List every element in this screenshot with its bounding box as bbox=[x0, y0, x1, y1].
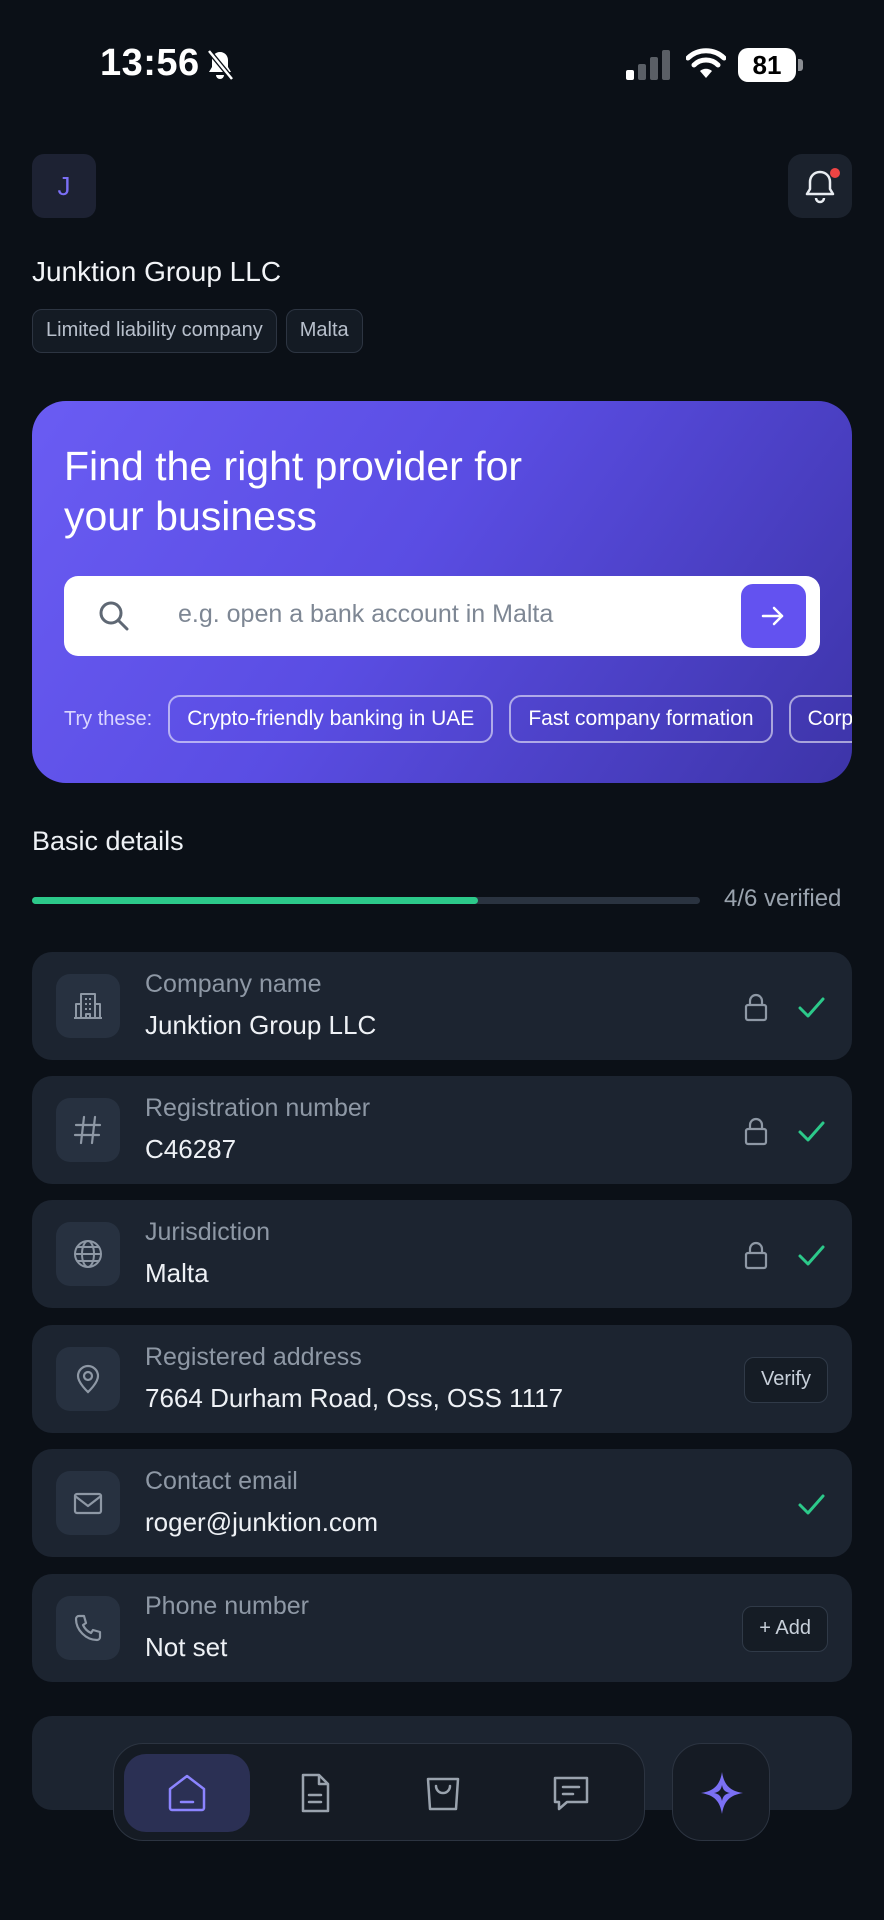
map-pin-icon bbox=[76, 1364, 100, 1394]
add-phone-button[interactable]: + Add bbox=[742, 1606, 828, 1652]
search-bar[interactable]: e.g. open a bank account in Malta bbox=[64, 576, 820, 656]
verification-progress-bar bbox=[32, 897, 700, 904]
detail-label: Registration number bbox=[145, 1094, 371, 1122]
detail-value: Not set bbox=[145, 1632, 228, 1662]
hash-icon bbox=[73, 1115, 102, 1145]
bell-muted-icon bbox=[207, 49, 234, 81]
arrow-right-icon bbox=[761, 606, 784, 626]
chat-icon bbox=[553, 1776, 589, 1811]
phone-icon bbox=[74, 1614, 102, 1642]
home-icon bbox=[168, 1774, 206, 1812]
search-input[interactable]: e.g. open a bank account in Malta bbox=[178, 600, 553, 629]
detail-label: Contact email bbox=[145, 1467, 298, 1495]
notifications-button[interactable] bbox=[788, 154, 852, 218]
detail-label: Company name bbox=[145, 970, 322, 998]
search-icon bbox=[99, 601, 129, 631]
detail-card-company-name[interactable]: Company name Junktion Group LLC bbox=[32, 952, 852, 1060]
lock-icon bbox=[744, 993, 768, 1022]
suggestions-row: Try these: Crypto-friendly banking in UA… bbox=[64, 695, 852, 743]
detail-card-contact-email[interactable]: Contact email roger@junktion.com bbox=[32, 1449, 852, 1557]
verification-count: 4/6 verified bbox=[724, 885, 842, 912]
detail-label: Jurisdiction bbox=[145, 1218, 271, 1246]
section-title: Basic details bbox=[32, 826, 184, 856]
verify-button[interactable]: Verify bbox=[743, 1357, 828, 1403]
icon-box bbox=[56, 1347, 120, 1411]
check-icon bbox=[798, 997, 825, 1018]
detail-value: 7664 Durham Road, Oss, OSS 1117 bbox=[145, 1383, 564, 1413]
ai-assistant-button[interactable] bbox=[672, 1743, 770, 1841]
battery-icon: 81 bbox=[738, 48, 804, 82]
document-icon bbox=[301, 1773, 330, 1813]
company-title: Junktion Group LLC bbox=[32, 256, 282, 287]
bottom-nav bbox=[113, 1743, 645, 1841]
shopping-bag-icon bbox=[426, 1777, 460, 1811]
progress-fill bbox=[32, 897, 478, 904]
mail-icon bbox=[73, 1492, 103, 1515]
globe-icon bbox=[74, 1240, 102, 1268]
status-time: 13:56 bbox=[100, 42, 200, 84]
sparkle-icon bbox=[701, 1772, 743, 1814]
icon-box bbox=[56, 1098, 120, 1162]
company-tags: Limited liability company Malta bbox=[32, 309, 363, 353]
detail-value: roger@junktion.com bbox=[145, 1507, 379, 1537]
detail-card-registered-address[interactable]: Registered address 7664 Durham Road, Oss… bbox=[32, 1325, 852, 1433]
suggestion-chip[interactable]: Corp bbox=[788, 695, 852, 743]
avatar[interactable]: J bbox=[32, 154, 96, 218]
check-icon bbox=[798, 1245, 825, 1266]
detail-label: Registered address bbox=[145, 1343, 362, 1371]
detail-value: C46287 bbox=[145, 1134, 237, 1164]
notification-dot bbox=[830, 168, 840, 178]
battery-level: 81 bbox=[738, 48, 796, 82]
building-icon bbox=[74, 993, 102, 1019]
hero-title: Find the right provider for your busines… bbox=[64, 443, 523, 539]
tag-entity-type: Limited liability company bbox=[32, 309, 277, 353]
icon-box bbox=[56, 1222, 120, 1286]
signal-icon bbox=[626, 50, 670, 80]
status-bar: 13:56 81 bbox=[0, 0, 884, 130]
nav-marketplace[interactable] bbox=[380, 1754, 506, 1832]
nav-documents[interactable] bbox=[252, 1754, 378, 1832]
tag-country: Malta bbox=[285, 309, 363, 353]
detail-value: Junktion Group LLC bbox=[145, 1010, 377, 1040]
detail-label: Phone number bbox=[145, 1592, 310, 1620]
check-icon bbox=[798, 1494, 825, 1515]
detail-card-phone-number[interactable]: Phone number Not set + Add bbox=[32, 1574, 852, 1682]
suggestion-chip[interactable]: Fast company formation bbox=[509, 695, 773, 743]
search-submit-button[interactable] bbox=[741, 584, 806, 648]
icon-box bbox=[56, 1596, 120, 1660]
icon-box bbox=[56, 974, 120, 1038]
detail-value: Malta bbox=[145, 1258, 209, 1288]
nav-messages[interactable] bbox=[508, 1754, 634, 1832]
suggestion-chip[interactable]: Crypto-friendly banking in UAE bbox=[168, 695, 494, 743]
check-icon bbox=[798, 1121, 825, 1142]
wifi-icon bbox=[686, 48, 726, 78]
nav-home[interactable] bbox=[124, 1754, 250, 1832]
icon-box bbox=[56, 1471, 120, 1535]
detail-card-jurisdiction[interactable]: Jurisdiction Malta bbox=[32, 1200, 852, 1308]
provider-search-card: Find the right provider for your busines… bbox=[32, 401, 852, 783]
detail-card-registration-number[interactable]: Registration number C46287 bbox=[32, 1076, 852, 1184]
lock-icon bbox=[744, 1241, 768, 1270]
lock-icon bbox=[744, 1117, 768, 1146]
try-label: Try these: bbox=[64, 707, 153, 730]
